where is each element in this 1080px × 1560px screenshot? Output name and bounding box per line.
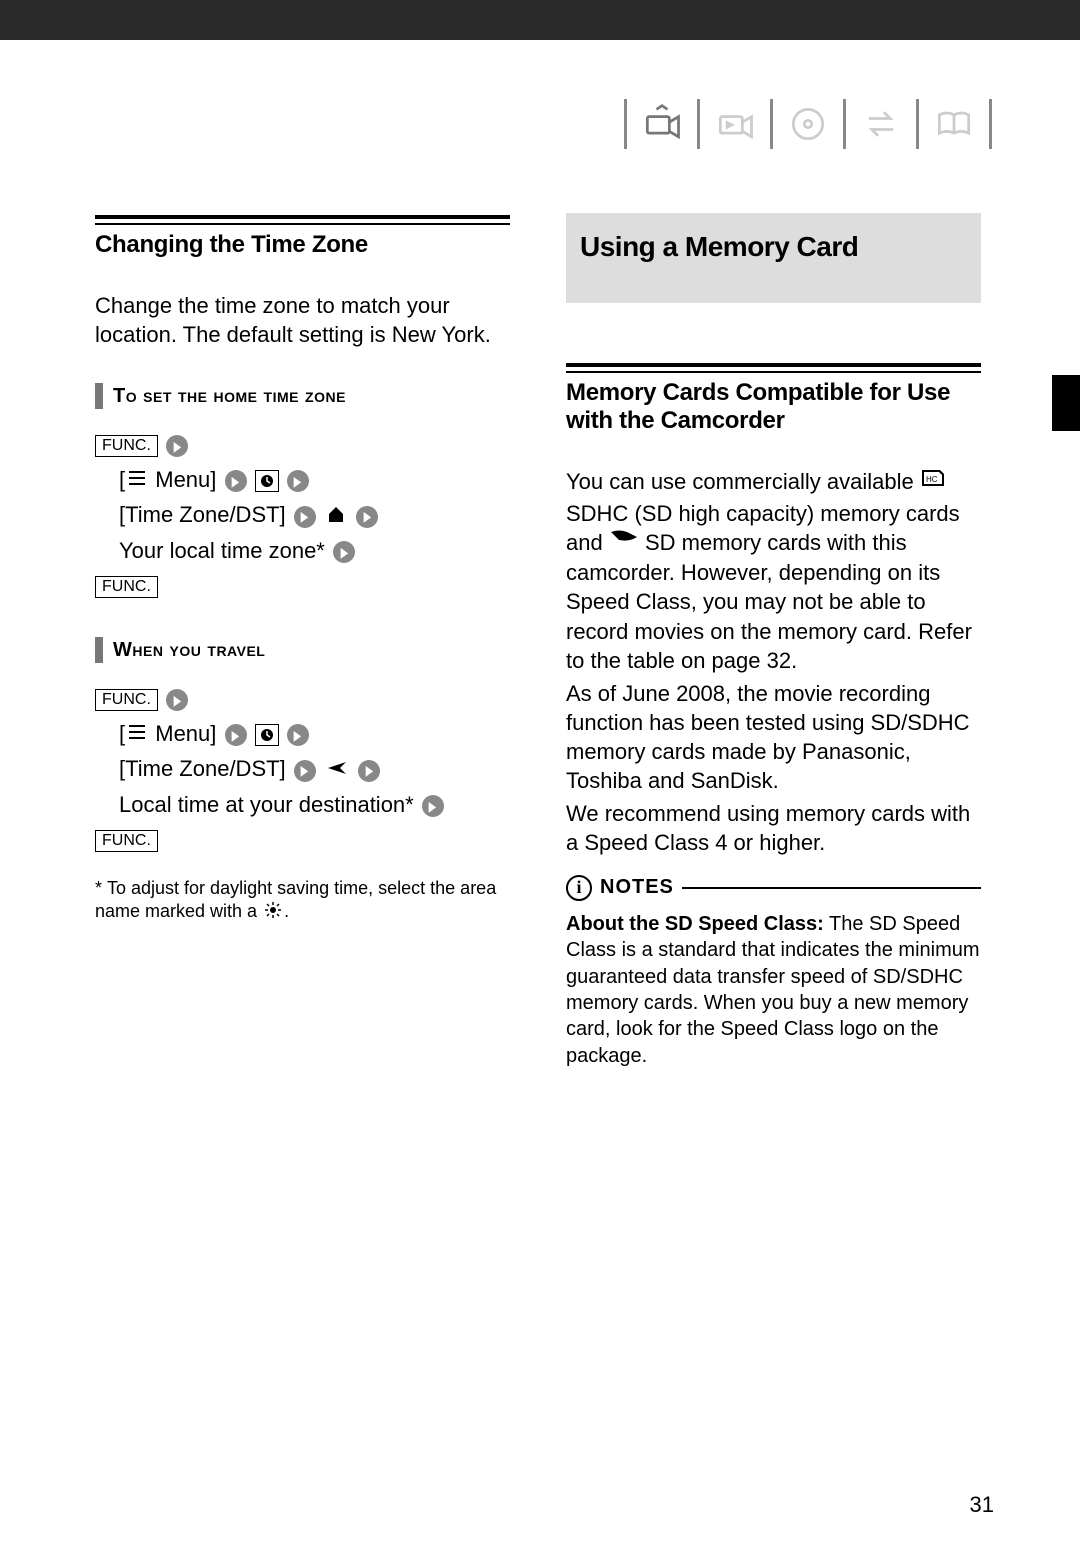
left-column: Changing the Time Zone Change the time z… <box>95 215 510 1520</box>
nav-separator <box>916 99 919 149</box>
info-icon: i <box>566 875 592 901</box>
procedure-steps: FUNC. [ Menu] <box>95 427 510 603</box>
proceed-arrow-icon <box>422 795 444 817</box>
section-heading-compatible-cards: Memory Cards Compatible for Use with the… <box>566 379 981 435</box>
compatible-cards-paragraph: You can use commercially available HC SD… <box>566 467 981 675</box>
tested-cards-paragraph: As of June 2008, the movie recording fun… <box>566 679 981 795</box>
clock-setup-icon <box>255 724 279 746</box>
timezone-dst-label: [Time Zone/DST] <box>119 502 286 527</box>
footnote-text: To adjust for daylight saving time, sele… <box>95 878 496 921</box>
playback-icon[interactable] <box>708 97 762 151</box>
svg-text:HC: HC <box>926 475 938 484</box>
proceed-arrow-icon <box>294 760 316 782</box>
right-column: Using a Memory Card Memory Cards Compati… <box>566 215 981 1520</box>
para1a: You can use commercially available <box>566 469 914 494</box>
notes-bold-lead: About the SD Speed Class: <box>566 913 824 935</box>
nav-separator <box>843 99 846 149</box>
proceed-arrow-icon <box>294 506 316 528</box>
notes-rule <box>682 887 981 889</box>
sd-logo-icon <box>609 527 639 556</box>
menu-list-icon <box>127 469 147 491</box>
proceed-arrow-icon <box>166 435 188 457</box>
proceed-arrow-icon <box>225 470 247 492</box>
transfer-icon[interactable] <box>854 97 908 151</box>
menu-label: Menu] <box>155 467 216 492</box>
local-timezone-label: Your local time zone* <box>119 538 325 563</box>
speed-class-recommendation: We recommend using memory cards with a S… <box>566 799 981 857</box>
notes-body: About the SD Speed Class: The SD Speed C… <box>566 911 981 1069</box>
intro-paragraph: Change the time zone to match your locat… <box>95 291 510 349</box>
proceed-arrow-icon <box>287 470 309 492</box>
section-title-memorycard: Using a Memory Card <box>580 231 967 263</box>
proceed-arrow-icon <box>166 689 188 711</box>
section-rule <box>95 215 510 225</box>
proceed-arrow-icon <box>287 724 309 746</box>
procedure-travel-timezone: When you travel FUNC. [ Menu] <box>95 637 510 857</box>
timezone-dst-label: [Time Zone/DST] <box>119 756 286 781</box>
menu-label: Menu] <box>155 721 216 746</box>
nav-separator <box>770 99 773 149</box>
nav-separator <box>624 99 627 149</box>
camera-mode-icon[interactable] <box>635 97 689 151</box>
notes-header: i NOTES <box>566 875 981 901</box>
section-rule <box>566 363 981 373</box>
notes-label: NOTES <box>600 876 674 899</box>
section-title-box: Using a Memory Card <box>566 213 981 303</box>
subhead-marker <box>95 637 103 663</box>
disc-icon[interactable] <box>781 97 835 151</box>
procedure-home-timezone: To set the home time zone FUNC. [ Menu] <box>95 383 510 603</box>
section-heading-timezone: Changing the Time Zone <box>95 231 510 259</box>
func-button-label: FUNC. <box>95 830 158 852</box>
clock-setup-icon <box>255 470 279 492</box>
airplane-icon <box>326 758 348 782</box>
proceed-arrow-icon <box>333 541 355 563</box>
book-icon[interactable] <box>927 97 981 151</box>
proceed-arrow-icon <box>225 724 247 746</box>
dst-footnote: *To adjust for daylight saving time, sel… <box>95 877 510 924</box>
procedure-steps: FUNC. [ Menu] <box>95 681 510 857</box>
sun-dst-icon <box>264 901 282 923</box>
notes-text: The SD Speed Class is a standard that in… <box>566 913 980 1067</box>
nav-separator <box>697 99 700 149</box>
page-edge-tab <box>1052 375 1080 431</box>
window-top-bar <box>0 0 1080 40</box>
page-number: 31 <box>970 1492 994 1518</box>
nav-separator <box>989 99 992 149</box>
func-button-label: FUNC. <box>95 689 158 711</box>
footnote-tail: . <box>284 901 289 921</box>
menu-list-icon <box>127 723 147 745</box>
func-button-label: FUNC. <box>95 435 158 457</box>
func-button-label: FUNC. <box>95 576 158 598</box>
subhead-home-timezone: To set the home time zone <box>113 385 346 408</box>
home-icon <box>326 504 346 528</box>
subhead-travel: When you travel <box>113 639 265 662</box>
chapter-nav-icons <box>616 95 1000 153</box>
subhead-marker <box>95 383 103 409</box>
manual-page: Changing the Time Zone Change the time z… <box>0 40 1080 1560</box>
destination-time-label: Local time at your destination* <box>119 792 414 817</box>
proceed-arrow-icon <box>356 506 378 528</box>
proceed-arrow-icon <box>358 760 380 782</box>
page-content: Changing the Time Zone Change the time z… <box>95 215 1000 1520</box>
sdhc-logo-icon: HC <box>920 466 954 497</box>
